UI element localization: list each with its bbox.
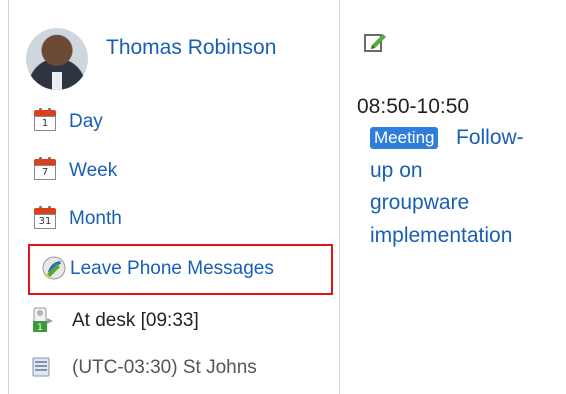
timezone-icon [32, 357, 50, 377]
event-title-line-1[interactable]: Follow- [456, 126, 524, 150]
presence-status-text: At desk [09:33] [72, 310, 199, 331]
user-avatar[interactable] [26, 28, 88, 90]
timezone-text: (UTC-03:30) St Johns [72, 357, 257, 378]
svg-text:1: 1 [37, 323, 43, 333]
event-title-line-2[interactable]: up on [370, 159, 423, 183]
meeting-badge: Meeting [370, 127, 439, 149]
presence-status-icon: 1 [33, 307, 53, 333]
calendar-week-icon: 7 [34, 157, 56, 180]
phone-message-icon [42, 256, 66, 280]
calendar-month-icon: 31 [34, 206, 56, 229]
user-name-link[interactable]: Thomas Robinson [106, 36, 276, 60]
leave-phone-messages-link[interactable]: Leave Phone Messages [70, 258, 274, 280]
event-time-range: 08:50-10:50 [357, 95, 470, 118]
nav-week-link[interactable]: Week [69, 160, 117, 182]
calendar-day-icon: 1 [34, 108, 56, 131]
event-title-line-3[interactable]: groupware [370, 191, 469, 215]
user-profile-card: Thomas Robinson 1 Day 7 Week 31 Month Le… [0, 0, 566, 394]
nav-month-link[interactable]: Month [69, 208, 122, 230]
event-title-line-4[interactable]: implementation [370, 224, 512, 248]
edit-icon[interactable] [364, 31, 388, 53]
nav-day-link[interactable]: Day [69, 111, 103, 133]
